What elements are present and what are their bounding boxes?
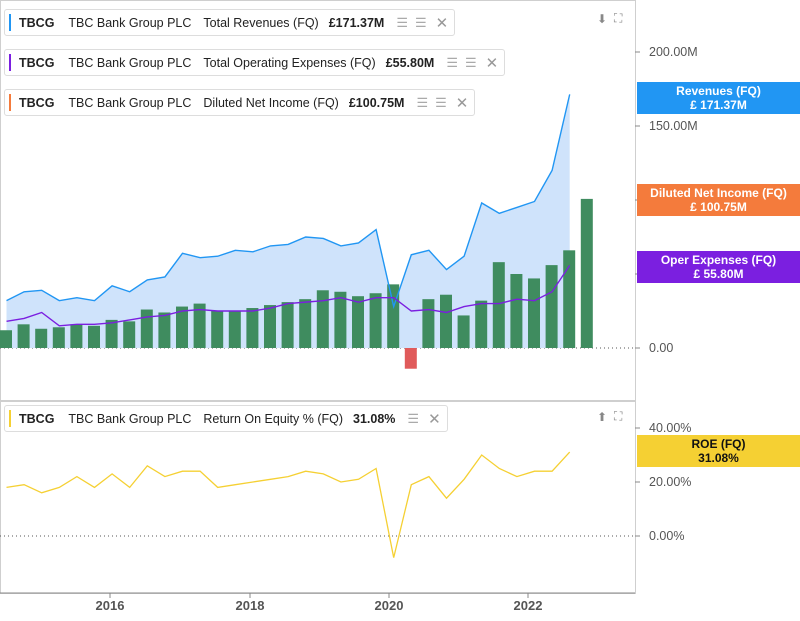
main-y-tick-label: 0.00 bbox=[649, 341, 673, 355]
net-income-bar bbox=[316, 290, 329, 348]
net-income-bar bbox=[334, 291, 347, 348]
net-income-bar bbox=[492, 262, 505, 348]
net-income-bar bbox=[88, 325, 100, 348]
legend-company: TBC Bank Group PLC bbox=[68, 95, 192, 110]
x-axis-tick-label: 2022 bbox=[514, 598, 543, 613]
net-income-bar bbox=[105, 319, 118, 348]
net-income-bar bbox=[246, 308, 259, 348]
net-income-bar bbox=[140, 309, 153, 348]
badge-revenues-title: Revenues (FQ) bbox=[676, 84, 761, 98]
net-income-bar bbox=[299, 299, 312, 348]
badge-roe: ROE (FQ) 31.08% bbox=[637, 435, 800, 467]
badge-net-income-value: £ 100.75M bbox=[690, 200, 747, 214]
legend-roe-swatch bbox=[9, 410, 11, 427]
layers-icon[interactable]: ☰ bbox=[446, 55, 458, 71]
net-income-bar bbox=[211, 311, 224, 348]
badge-revenues: Revenues (FQ) £ 171.37M bbox=[637, 82, 800, 114]
close-icon[interactable]: ✕ bbox=[456, 94, 469, 112]
layers-icon[interactable]: ☰ bbox=[407, 411, 419, 427]
legend-value: £55.80M bbox=[385, 55, 435, 70]
legend-metric: Return On Equity % (FQ) bbox=[203, 411, 344, 426]
layers-icon[interactable]: ☰ bbox=[415, 15, 427, 31]
main-y-tick-label: 150.00M bbox=[649, 119, 698, 133]
roe-y-tick-label: 20.00% bbox=[649, 475, 691, 489]
legend-net-income[interactable]: TBCG TBC Bank Group PLC Diluted Net Inco… bbox=[4, 89, 476, 116]
legend-ticker: TBCG bbox=[19, 95, 55, 110]
collapse-icon[interactable]: ⬇ bbox=[597, 12, 607, 26]
layers-icon[interactable]: ☰ bbox=[435, 95, 447, 111]
net-income-bar bbox=[35, 328, 48, 348]
expand-icon[interactable]: ⛶ bbox=[614, 409, 622, 424]
legend-company: TBC Bank Group PLC bbox=[68, 55, 192, 70]
legend-metric: Diluted Net Income (FQ) bbox=[203, 95, 339, 110]
net-income-bar bbox=[281, 302, 294, 348]
legend-opex-swatch bbox=[9, 54, 11, 71]
roe-y-tick-label: 0.00% bbox=[649, 529, 684, 543]
roe-line bbox=[6, 451, 571, 558]
legend-value: £171.37M bbox=[328, 15, 385, 30]
net-income-bar bbox=[580, 198, 593, 348]
net-income-bar bbox=[228, 311, 241, 348]
net-income-bar bbox=[475, 300, 488, 348]
net-income-bar bbox=[17, 324, 30, 348]
legend-ticker: TBCG bbox=[19, 411, 55, 426]
legend-company: TBC Bank Group PLC bbox=[68, 411, 192, 426]
net-income-bar bbox=[528, 278, 540, 348]
net-income-bar bbox=[510, 274, 523, 348]
net-income-bar bbox=[404, 348, 417, 369]
legend-metric: Total Revenues (FQ) bbox=[203, 15, 319, 30]
layers-icon[interactable]: ☰ bbox=[396, 15, 408, 31]
main-y-tick-label: 200.00M bbox=[649, 45, 698, 59]
legend-ticker: TBCG bbox=[19, 55, 55, 70]
legend-ticker: TBCG bbox=[19, 15, 55, 30]
collapse-icon[interactable]: ⬆ bbox=[597, 410, 607, 424]
net-income-bar bbox=[0, 330, 12, 348]
x-axis-tick-label: 2016 bbox=[96, 598, 125, 613]
x-axis-tick-label: 2020 bbox=[375, 598, 404, 613]
badge-net-income-title: Diluted Net Income (FQ) bbox=[650, 186, 787, 200]
layers-icon[interactable]: ☰ bbox=[416, 95, 428, 111]
roe-y-tick-label: 40.00% bbox=[649, 421, 691, 435]
badge-revenues-value: £ 171.37M bbox=[690, 98, 747, 112]
net-income-bar bbox=[563, 250, 576, 348]
x-axis-tick-label: 2018 bbox=[236, 598, 265, 613]
legend-net-income-swatch bbox=[9, 94, 11, 111]
badge-net-income: Diluted Net Income (FQ) £ 100.75M bbox=[637, 184, 800, 216]
badge-opex: Oper Expenses (FQ) £ 55.80M bbox=[637, 251, 800, 283]
net-income-bar bbox=[440, 294, 452, 348]
close-icon[interactable]: ✕ bbox=[428, 410, 441, 428]
net-income-bar bbox=[52, 327, 65, 348]
legend-opex[interactable]: TBCG TBC Bank Group PLC Total Operating … bbox=[4, 49, 506, 76]
net-income-bar bbox=[352, 296, 364, 348]
legend-metric: Total Operating Expenses (FQ) bbox=[203, 55, 376, 70]
badge-roe-value: 31.08% bbox=[698, 451, 739, 465]
legend-value: £100.75M bbox=[348, 95, 405, 110]
layers-icon[interactable]: ☰ bbox=[465, 55, 477, 71]
marks-layer bbox=[0, 94, 593, 558]
net-income-bar bbox=[422, 299, 435, 348]
net-income-bar bbox=[457, 315, 470, 348]
legend-revenues[interactable]: TBCG TBC Bank Group PLC Total Revenues (… bbox=[4, 9, 456, 36]
expand-icon[interactable]: ⛶ bbox=[614, 11, 622, 26]
legend-revenues-swatch bbox=[9, 14, 11, 31]
net-income-bar bbox=[369, 293, 382, 348]
legend-roe[interactable]: TBCG TBC Bank Group PLC Return On Equity… bbox=[4, 405, 448, 432]
net-income-bar bbox=[70, 324, 83, 348]
net-income-bar bbox=[158, 312, 171, 348]
badge-opex-title: Oper Expenses (FQ) bbox=[660, 253, 777, 267]
net-income-bar bbox=[264, 305, 276, 348]
net-income-bar bbox=[545, 265, 558, 348]
net-income-bar bbox=[123, 321, 136, 348]
legend-company: TBC Bank Group PLC bbox=[68, 15, 192, 30]
badge-opex-value: £ 55.80M bbox=[693, 267, 744, 281]
close-icon[interactable]: ✕ bbox=[436, 14, 449, 32]
legend-value: 31.08% bbox=[353, 411, 396, 426]
close-icon[interactable]: ✕ bbox=[486, 54, 499, 72]
badge-roe-title: ROE (FQ) bbox=[691, 437, 746, 451]
